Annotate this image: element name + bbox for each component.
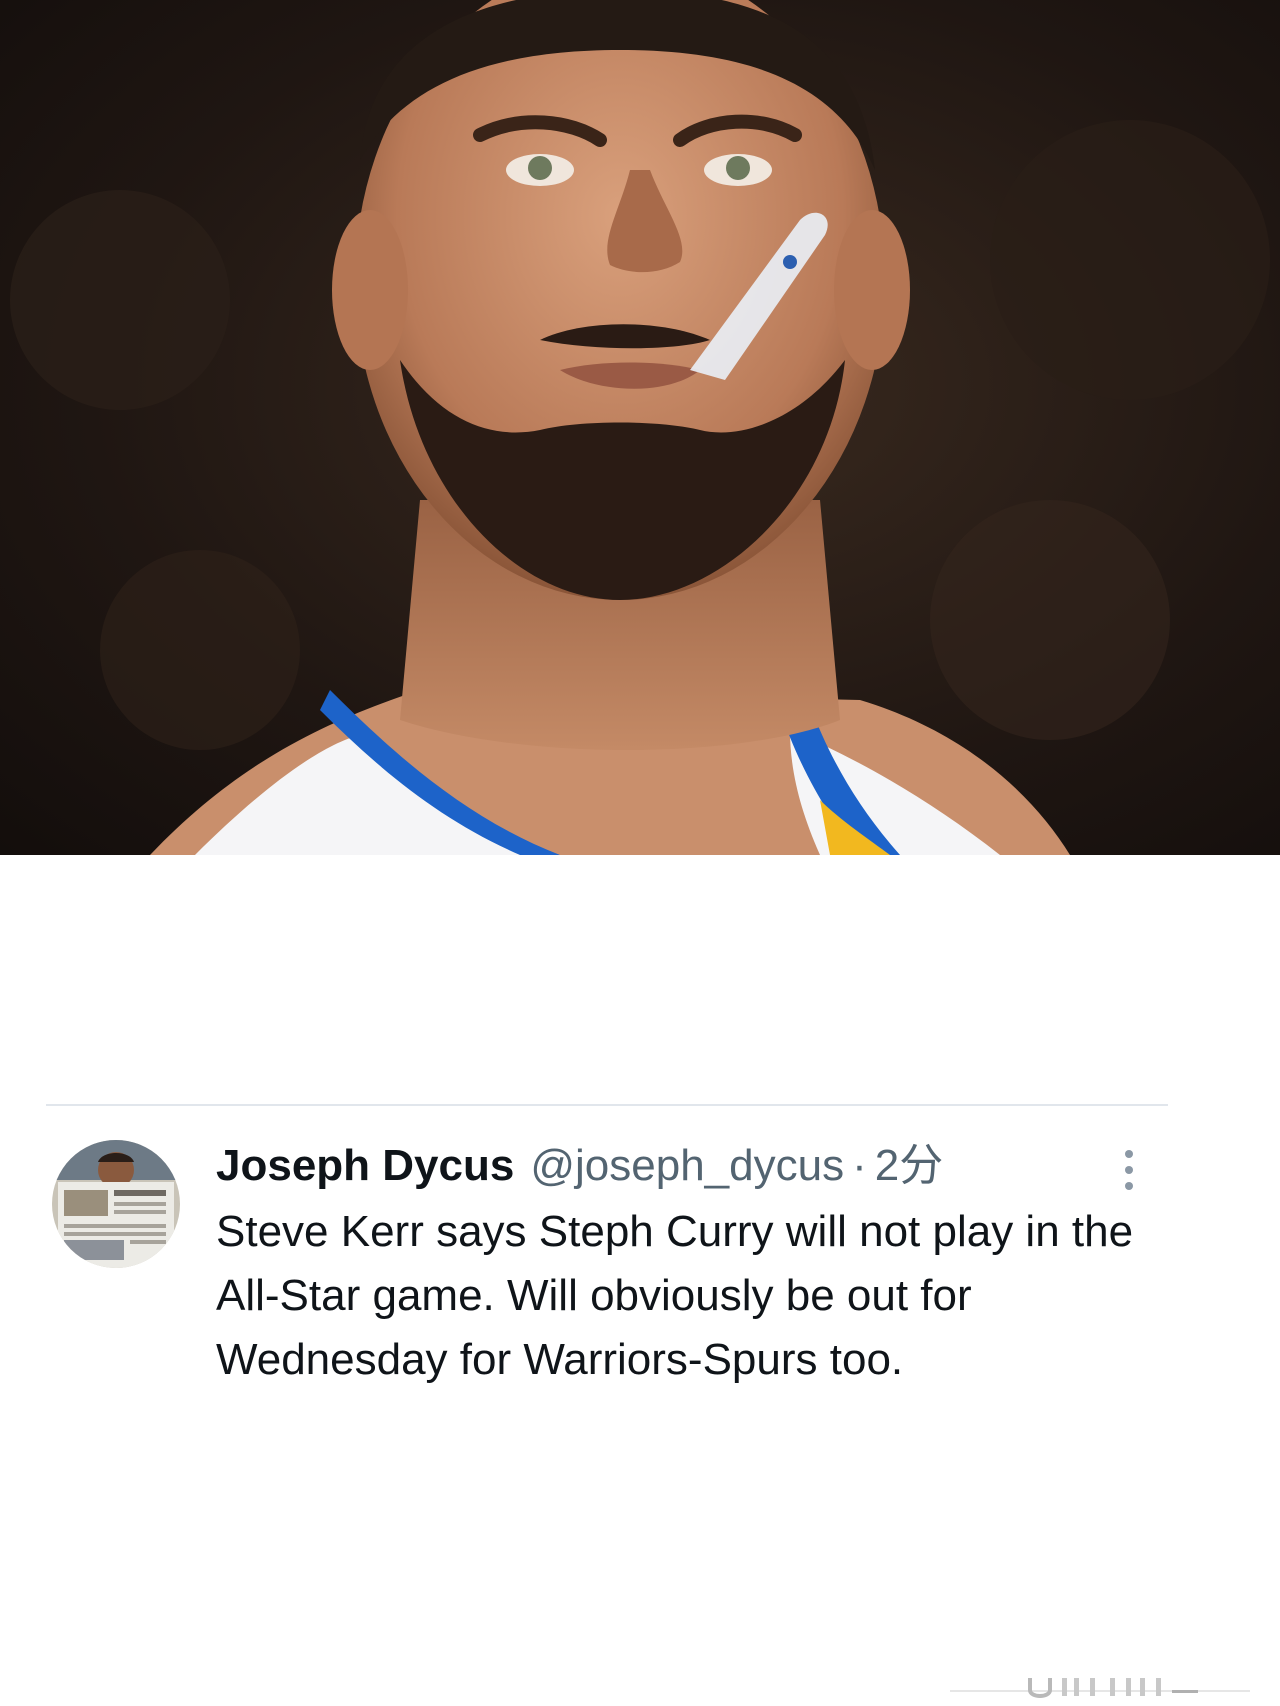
more-options-button[interactable] — [1114, 1144, 1144, 1196]
hero-photo — [0, 0, 1280, 855]
author-handle[interactable]: @joseph_dycus — [530, 1138, 844, 1194]
more-vertical-icon-dot — [1125, 1182, 1133, 1190]
tweet-text: Steve Kerr says Steph Curry will not pla… — [216, 1207, 1134, 1384]
more-vertical-icon — [1125, 1150, 1133, 1158]
watermark-graphic — [950, 1678, 1250, 1698]
tweet-timestamp[interactable]: 2分 — [875, 1138, 943, 1194]
more-vertical-icon-dot — [1125, 1166, 1133, 1174]
author-avatar[interactable] — [52, 1140, 180, 1268]
tweet-header: Joseph Dycus @joseph_dycus · 2分 — [216, 1138, 943, 1194]
card-divider — [46, 1104, 1168, 1106]
avatar-newspaper-photo — [52, 1140, 180, 1268]
header-separator: · — [852, 1141, 867, 1190]
author-name[interactable]: Joseph Dycus — [216, 1138, 514, 1194]
player-photo-illustration — [0, 0, 1280, 855]
